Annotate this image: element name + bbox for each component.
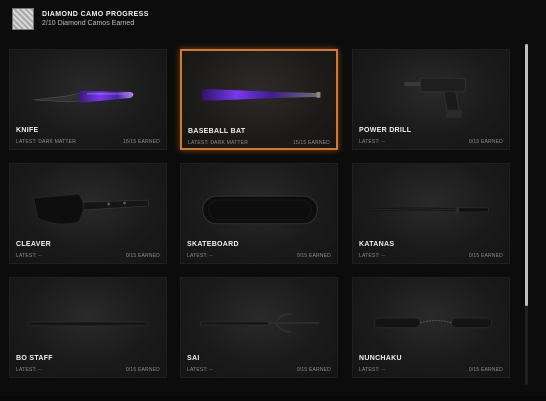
earned-count: 0/15 EARNED <box>296 367 331 373</box>
skateboard-icon <box>202 195 318 225</box>
weapon-card-nunchaku[interactable]: NUNCHAKU LATEST: -- 0/15 EARNED <box>352 277 510 378</box>
weapon-name: KNIFE <box>16 127 39 134</box>
weapon-name: NUNCHAKU <box>359 355 402 362</box>
weapon-name: POWER DRILL <box>359 127 412 134</box>
latest-camo: LATEST: -- <box>187 367 214 373</box>
weapon-card-power-drill[interactable]: POWER DRILL LATEST: -- 0/15 EARNED <box>352 49 510 150</box>
bo-staff-icon <box>27 321 149 327</box>
weapon-name: SKATEBOARD <box>187 241 239 248</box>
earned-count: 0/15 EARNED <box>468 139 503 145</box>
earned-count: 0/15 EARNED <box>468 253 503 259</box>
weapon-name: SAI <box>187 355 200 362</box>
earned-count: 0/15 EARNED <box>125 253 160 259</box>
latest-camo: LATEST: -- <box>359 253 386 259</box>
nunchaku-icon <box>374 317 492 329</box>
latest-camo: LATEST: -- <box>359 367 386 373</box>
cleaver-icon <box>33 193 149 225</box>
earned-count: 15/15 EARNED <box>292 140 330 146</box>
weapon-card-cleaver[interactable]: CLEAVER LATEST: -- 0/15 EARNED <box>9 163 167 264</box>
earned-count: 15/15 EARNED <box>122 139 160 145</box>
weapon-card-skateboard[interactable]: SKATEBOARD LATEST: -- 0/15 EARNED <box>180 163 338 264</box>
latest-camo: LATEST: -- <box>187 253 214 259</box>
weapon-name: BO STAFF <box>16 355 53 362</box>
latest-camo: LATEST: DARK MATTER <box>188 140 249 146</box>
weapon-card-baseball-bat[interactable]: BASEBALL BAT LATEST: DARK MATTER 15/15 E… <box>180 49 338 150</box>
latest-camo: LATEST: -- <box>359 139 386 145</box>
sai-icon <box>200 313 320 333</box>
weapon-card-knife[interactable]: KNIFE LATEST: DARK MATTER 15/15 EARNED <box>9 49 167 150</box>
weapon-grid: KNIFE LATEST: DARK MATTER 15/15 EARNED B… <box>0 0 546 401</box>
weapon-name: CLEAVER <box>16 241 52 248</box>
power-drill-icon <box>404 77 466 118</box>
knife-icon <box>33 90 134 103</box>
weapon-card-sai[interactable]: SAI LATEST: -- 0/15 EARNED <box>180 277 338 378</box>
latest-camo: LATEST: DARK MATTER <box>16 139 77 145</box>
earned-count: 0/15 EARNED <box>296 253 331 259</box>
weapon-card-bo-staff[interactable]: BO STAFF LATEST: -- 0/15 EARNED <box>9 277 167 378</box>
baseball-bat-icon <box>201 89 321 101</box>
bottom-edge <box>0 396 546 401</box>
katana-icon <box>372 206 489 214</box>
earned-count: 0/15 EARNED <box>125 367 160 373</box>
weapon-name: KATANAS <box>359 241 395 248</box>
latest-camo: LATEST: -- <box>16 367 43 373</box>
earned-count: 0/15 EARNED <box>468 367 503 373</box>
weapon-name: BASEBALL BAT <box>188 128 246 135</box>
scrollbar[interactable] <box>525 44 528 385</box>
weapon-card-katanas[interactable]: KATANAS LATEST: -- 0/15 EARNED <box>352 163 510 264</box>
latest-camo: LATEST: -- <box>16 253 43 259</box>
scrollbar-thumb[interactable] <box>525 44 528 306</box>
